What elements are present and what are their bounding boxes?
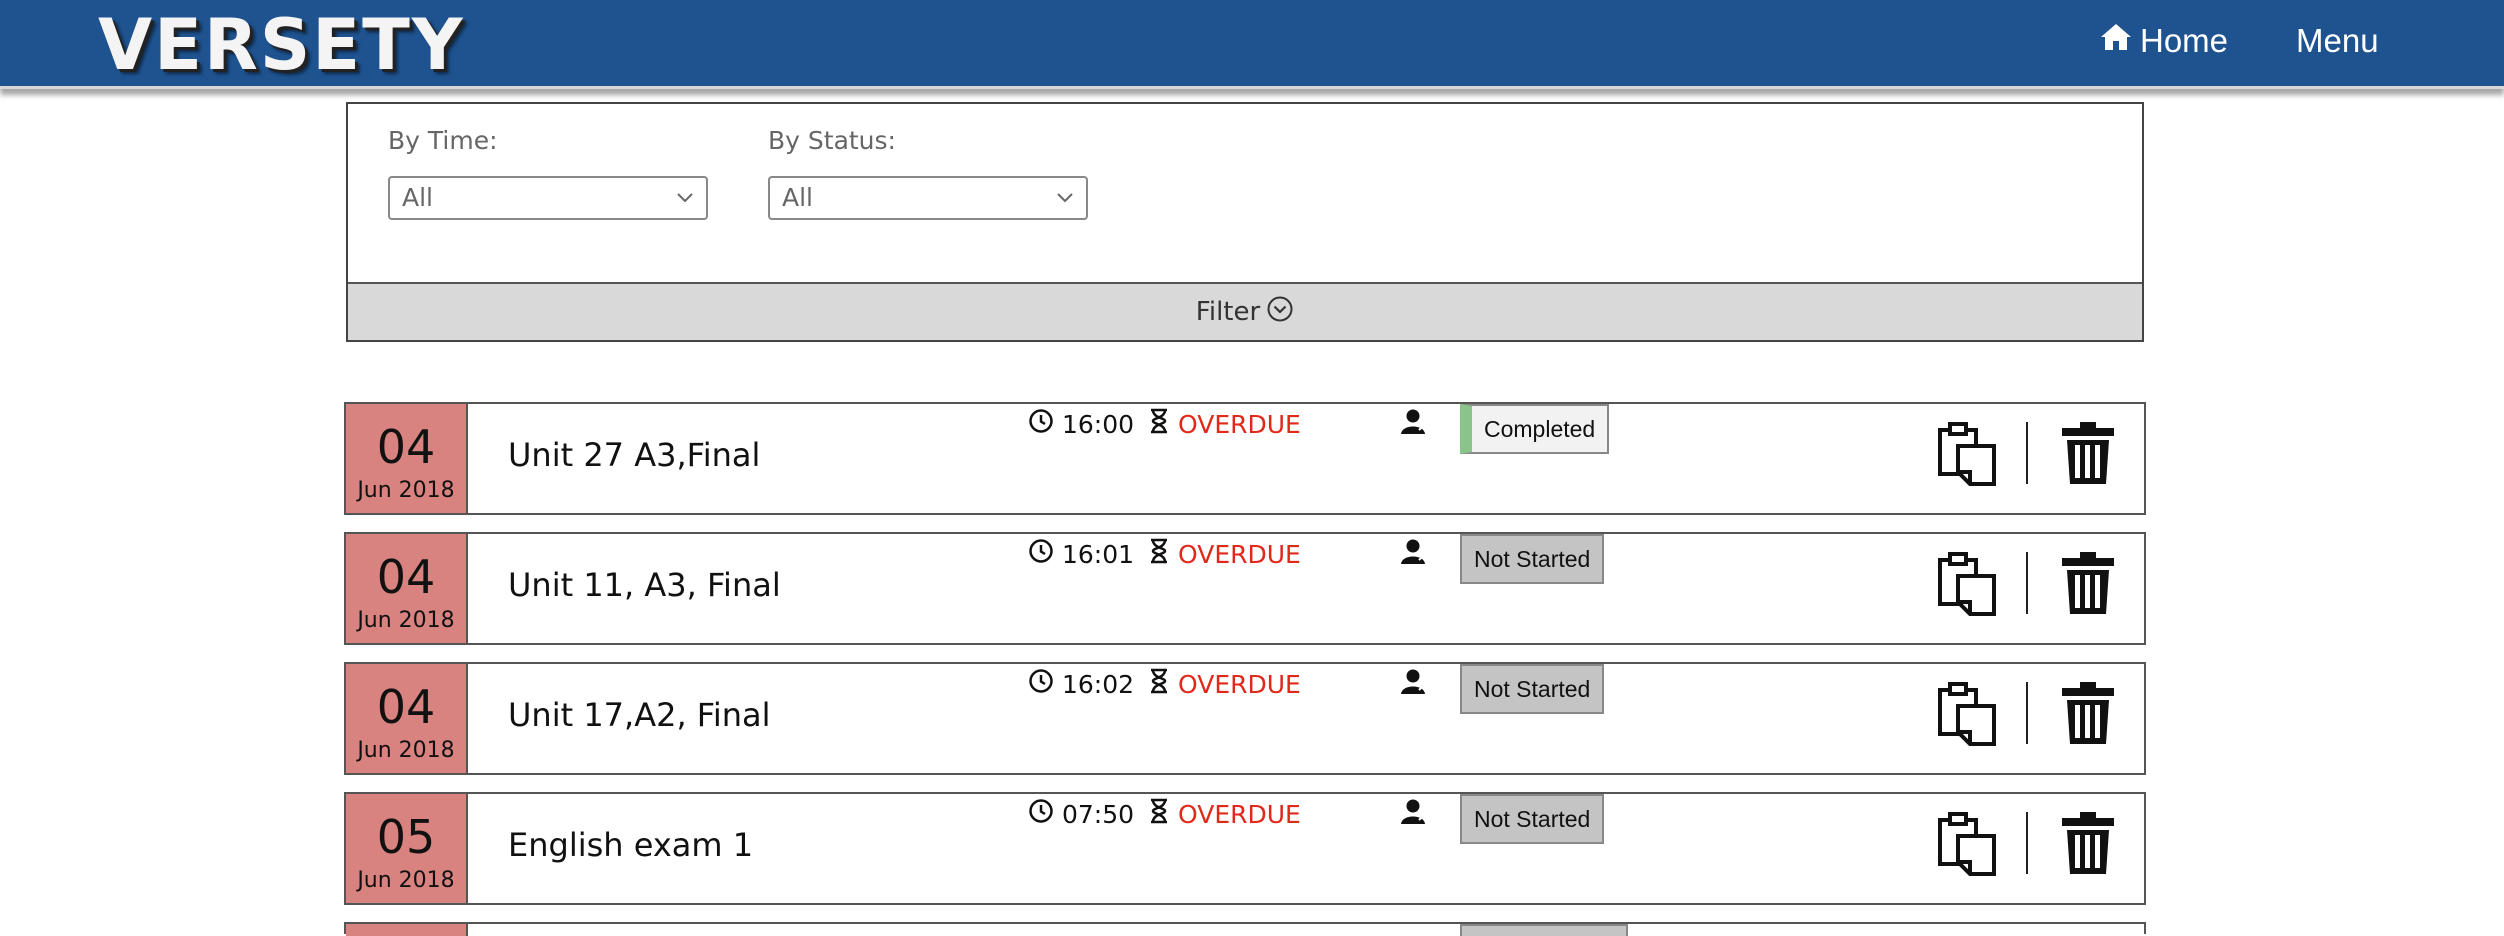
overdue-label: OVERDUE <box>1178 409 1301 439</box>
user-icon <box>1398 408 1428 440</box>
date-day: 04 <box>376 420 436 474</box>
overdue-label: OVERDUE <box>1178 799 1301 829</box>
status-badge: Not Started <box>1460 794 1605 844</box>
trash-icon[interactable] <box>2060 550 2116 620</box>
hourglass-icon <box>1148 668 1170 700</box>
due-time: 16:02 <box>1028 668 1134 700</box>
home-link[interactable]: Home <box>2100 22 2228 60</box>
chevron-down-icon <box>1054 184 1076 224</box>
clock-icon <box>1028 798 1054 830</box>
clock-icon <box>1028 408 1054 440</box>
versety-logo[interactable]: VERSETY <box>98 2 465 88</box>
date-month-year: Jun 2018 <box>357 478 455 503</box>
due-status: OVERDUE <box>1148 408 1301 440</box>
date-box: 04 Jun 2018 <box>346 534 468 643</box>
time-filter-value: All <box>402 183 433 212</box>
copy-icon[interactable] <box>1936 552 1998 622</box>
copy-icon[interactable] <box>1936 422 1998 492</box>
clock-icon <box>1028 668 1054 700</box>
assignment-row[interactable]: 05 Jun 2018 English exam 1 07:50 OVERDUE… <box>344 792 2146 905</box>
chevron-down-icon <box>674 184 696 224</box>
due-time: 16:01 <box>1028 538 1134 570</box>
assignment-title[interactable]: Unit 11, A3, Final <box>508 566 781 604</box>
date-box: 05 Jun 2018 <box>346 794 468 903</box>
due-time-value: 16:00 <box>1062 409 1135 439</box>
filter-toggle-button[interactable]: Filter <box>348 282 2142 340</box>
top-navigation-bar: VERSETY Home Menu <box>0 0 2504 89</box>
filter-toggle-label: Filter <box>1195 297 1261 327</box>
date-day: 05 <box>376 810 436 864</box>
due-time: 07:50 <box>1028 798 1134 830</box>
date-day: 04 <box>376 680 436 734</box>
filter-panel: By Time: All By Status: All Filter <box>346 102 2144 342</box>
status-filter-select[interactable]: All <box>768 176 1088 220</box>
time-filter-select[interactable]: All <box>388 176 708 220</box>
chevron-circle-down-icon <box>1266 295 1294 330</box>
action-divider <box>2026 422 2028 484</box>
due-status: OVERDUE <box>1148 668 1301 700</box>
user-icon <box>1398 798 1428 830</box>
date-month-year: Jun 2018 <box>357 608 455 633</box>
hourglass-icon <box>1148 798 1170 830</box>
due-status: OVERDUE <box>1148 798 1301 830</box>
assignment-row[interactable]: 04 Jun 2018 Unit 27 A3,Final 16:00 OVERD… <box>344 402 2146 515</box>
overdue-label: OVERDUE <box>1178 539 1301 569</box>
overdue-label: OVERDUE <box>1178 669 1301 699</box>
user-icon <box>1398 668 1428 700</box>
assignment-row-partial[interactable] <box>344 922 2146 936</box>
status-badge-partial <box>1460 924 1628 936</box>
clock-icon <box>1028 538 1054 570</box>
assignment-title[interactable]: Unit 17,A2, Final <box>508 696 771 734</box>
due-time-value: 16:02 <box>1062 669 1135 699</box>
home-icon <box>2100 22 2132 60</box>
assignment-title[interactable]: English exam 1 <box>508 826 753 864</box>
action-divider <box>2026 552 2028 614</box>
due-time-value: 07:50 <box>1062 799 1135 829</box>
copy-icon[interactable] <box>1936 682 1998 752</box>
due-time: 16:00 <box>1028 408 1134 440</box>
assignment-title[interactable]: Unit 27 A3,Final <box>508 436 760 474</box>
date-month-year: Jun 2018 <box>357 738 455 763</box>
date-box: 04 Jun 2018 <box>346 664 468 773</box>
trash-icon[interactable] <box>2060 420 2116 490</box>
status-badge: Not Started <box>1460 534 1605 584</box>
status-badge: Completed <box>1460 404 1610 454</box>
trash-icon[interactable] <box>2060 810 2116 880</box>
assignment-row[interactable]: 04 Jun 2018 Unit 11, A3, Final 16:01 OVE… <box>344 532 2146 645</box>
time-filter-label: By Time: <box>388 126 498 155</box>
date-box: 04 Jun 2018 <box>346 404 468 513</box>
action-divider <box>2026 812 2028 874</box>
due-status: OVERDUE <box>1148 538 1301 570</box>
date-month-year: Jun 2018 <box>357 868 455 893</box>
hourglass-icon <box>1148 408 1170 440</box>
status-badge: Not Started <box>1460 664 1605 714</box>
status-filter-label: By Status: <box>768 126 896 155</box>
due-time-value: 16:01 <box>1062 539 1135 569</box>
date-box <box>346 924 468 936</box>
action-divider <box>2026 682 2028 744</box>
hourglass-icon <box>1148 538 1170 570</box>
trash-icon[interactable] <box>2060 680 2116 750</box>
menu-link[interactable]: Menu <box>2296 22 2379 60</box>
date-day: 04 <box>376 550 436 604</box>
home-label: Home <box>2140 22 2229 59</box>
status-filter-value: All <box>782 183 813 212</box>
assignment-row[interactable]: 04 Jun 2018 Unit 17,A2, Final 16:02 OVER… <box>344 662 2146 775</box>
copy-icon[interactable] <box>1936 812 1998 882</box>
user-icon <box>1398 538 1428 570</box>
